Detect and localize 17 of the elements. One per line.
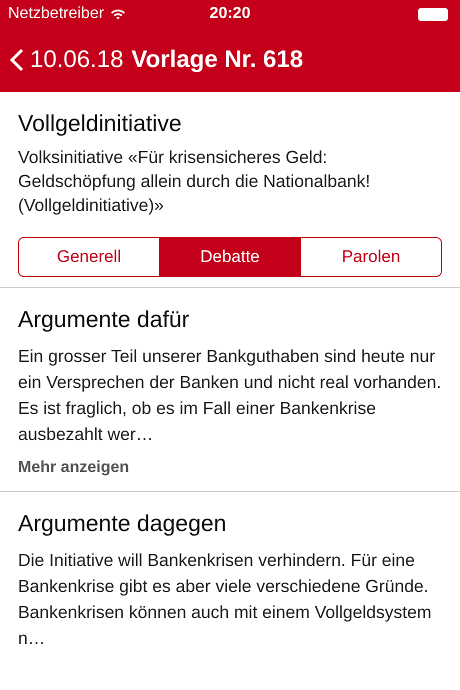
carrier-name: Netzbetreiber bbox=[8, 5, 104, 23]
show-more-link[interactable]: Mehr anzeigen bbox=[18, 459, 130, 477]
screen-title: Vorlage Nr. 618 bbox=[131, 46, 304, 74]
proposal-title: Vollgeldinitiative bbox=[18, 110, 183, 137]
segment-tab[interactable]: Parolen bbox=[300, 238, 441, 276]
chevron-left-icon bbox=[10, 48, 24, 72]
battery-icon bbox=[418, 8, 448, 20]
section-heading: Argumente dafür bbox=[18, 306, 190, 333]
back-label[interactable]: 10.06.18 bbox=[30, 46, 124, 74]
argument-text: Ein grosser Teil unserer Bankguthaben sind heute nur ein Versprechen der Banken und nicht real vorhanden. Es ist fraglich, ob es im Fall einer Bankenkrise ausbezahlt wer… bbox=[18, 345, 442, 446]
status-time: 20:20 bbox=[210, 5, 250, 23]
segment-tab[interactable]: Debatte bbox=[159, 238, 300, 276]
wifi-icon bbox=[110, 8, 126, 20]
argument-text: Die Initiative will Bankenkrisen verhindern. Für eine Bankenkrise gibt es aber viele verschiedene Gründe. Bankenkrisen können auch mit einem Vollgeldsystem n… bbox=[18, 549, 432, 650]
proposal-description: Volksinitiative «Für krisensicheres Geld: Geldschöpfung allein durch die Nationalbank! (Vollgeldinitiative)» bbox=[18, 146, 372, 217]
back-button[interactable]: 10.06.18 bbox=[10, 46, 124, 74]
section-heading: Argumente dagegen bbox=[18, 510, 228, 537]
